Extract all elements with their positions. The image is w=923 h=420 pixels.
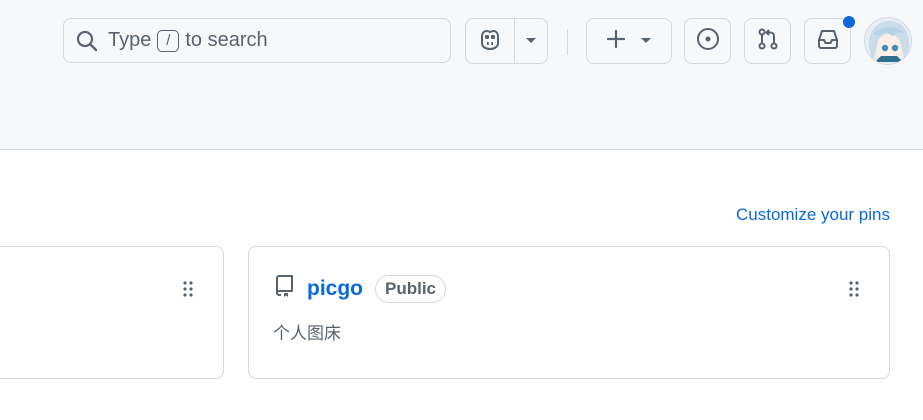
drag-handle-icon[interactable]	[183, 281, 193, 297]
copilot-dropdown-button[interactable]	[515, 19, 547, 63]
repo-icon	[273, 274, 295, 303]
copilot-button-group	[465, 18, 548, 64]
header-divider	[567, 29, 568, 55]
triangle-down-icon	[525, 32, 537, 50]
copilot-button[interactable]	[466, 19, 515, 63]
triangle-down-icon	[640, 32, 652, 50]
git-pull-request-icon	[756, 27, 780, 56]
customize-pins-link[interactable]: Customize your pins	[736, 205, 890, 225]
issues-button[interactable]	[684, 18, 731, 64]
search-suffix: to search	[185, 29, 268, 51]
avatar[interactable]	[864, 17, 912, 65]
inbox-icon	[816, 28, 840, 55]
repo-name-link[interactable]: picgo	[307, 277, 363, 301]
drag-handle-icon[interactable]	[849, 281, 859, 297]
pinned-repo-card-picgo: picgo Public 个人图床	[248, 246, 890, 379]
create-new-button[interactable]	[586, 18, 672, 64]
search-input[interactable]: Type / to search	[63, 18, 451, 63]
notification-indicator	[842, 15, 856, 29]
search-shortcut-key: /	[157, 29, 180, 52]
plus-icon	[606, 29, 626, 54]
repo-title-row: picgo Public	[273, 274, 447, 303]
pull-requests-button[interactable]	[744, 18, 791, 64]
repo-description: 个人图床	[273, 324, 341, 344]
issue-opened-icon	[696, 27, 720, 56]
visibility-badge: Public	[375, 274, 447, 303]
search-icon	[76, 30, 98, 52]
pinned-repo-card	[0, 246, 224, 379]
avatar-image	[865, 18, 911, 64]
global-header: Type / to search	[0, 0, 923, 150]
search-prefix: Type	[108, 29, 152, 51]
copilot-icon	[478, 28, 502, 55]
